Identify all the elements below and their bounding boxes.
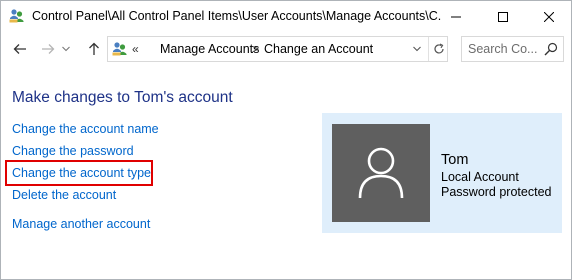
- address-history-dropdown[interactable]: [408, 37, 426, 61]
- search-input[interactable]: [468, 40, 538, 58]
- account-password-status: Password protected: [441, 185, 552, 199]
- control-panel-window: Control Panel\All Control Panel Items\Us…: [0, 0, 572, 280]
- account-type: Local Account: [441, 170, 519, 184]
- breadcrumb-change-an-account[interactable]: Change an Account: [264, 42, 373, 56]
- avatar: [332, 124, 430, 222]
- forward-button[interactable]: [37, 38, 59, 60]
- change-password-link[interactable]: Change the password: [12, 144, 134, 158]
- window-title: Control Panel\All Control Panel Items\Us…: [32, 9, 442, 23]
- close-button[interactable]: [526, 1, 572, 32]
- page-heading: Make changes to Tom's account: [12, 89, 233, 106]
- breadcrumb-separator[interactable]: >: [252, 42, 259, 56]
- manage-another-account-link[interactable]: Manage another account: [12, 217, 150, 231]
- account-name: Tom: [441, 152, 469, 168]
- user-accounts-icon: [112, 41, 128, 57]
- highlight-box: [5, 160, 153, 186]
- change-account-name-link[interactable]: Change the account name: [12, 122, 159, 136]
- up-button[interactable]: [83, 38, 105, 60]
- minimize-button[interactable]: [433, 1, 479, 32]
- refresh-button[interactable]: [428, 37, 448, 61]
- navigation-bar: « Manage Accounts > Change an Account: [1, 32, 571, 64]
- refresh-icon: [433, 43, 444, 54]
- delete-account-link[interactable]: Delete the account: [12, 188, 116, 202]
- search-box[interactable]: [461, 36, 564, 62]
- back-button[interactable]: [9, 38, 31, 60]
- address-bar[interactable]: « Manage Accounts > Change an Account: [107, 36, 448, 62]
- account-info-panel: Tom Local Account Password protected: [322, 113, 562, 233]
- user-avatar-icon: [358, 147, 404, 199]
- search-icon[interactable]: [544, 42, 558, 56]
- hidden-path-chevron[interactable]: «: [132, 42, 139, 56]
- maximize-button[interactable]: [480, 1, 526, 32]
- breadcrumb-manage-accounts[interactable]: Manage Accounts: [160, 42, 259, 56]
- title-bar[interactable]: Control Panel\All Control Panel Items\Us…: [1, 1, 571, 32]
- recent-locations-dropdown[interactable]: [59, 38, 73, 60]
- user-accounts-icon: [9, 8, 25, 24]
